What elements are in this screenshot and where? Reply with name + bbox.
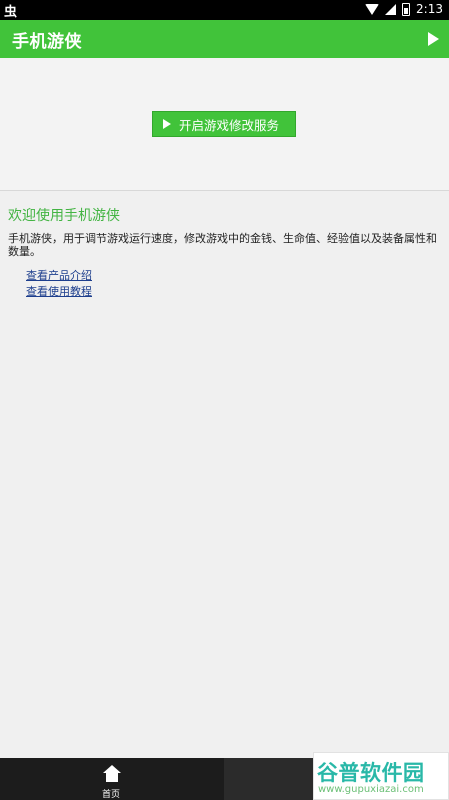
play-icon: [163, 119, 171, 129]
product-intro-link[interactable]: 查看产品介绍: [26, 267, 92, 283]
status-bar: 虫 2:13: [0, 0, 449, 20]
start-service-button[interactable]: 开启游戏修改服务: [152, 111, 296, 137]
watermark-brand: 谷普软件园: [317, 761, 425, 785]
home-icon: [102, 765, 122, 783]
start-service-label: 开启游戏修改服务: [179, 118, 280, 133]
status-icons: 2:13: [365, 2, 443, 16]
app-description: 手机游侠，用于调节游戏运行速度，修改游戏中的金钱、生命值、经验值以及装备属性和数…: [8, 232, 437, 258]
watermark-url: www.gupuxiazai.com: [318, 784, 424, 795]
play-icon[interactable]: [428, 32, 439, 46]
wifi-icon: [365, 3, 380, 15]
tab-home-label: 首页: [102, 790, 121, 800]
welcome-heading: 欢迎使用手机游侠: [8, 208, 120, 224]
app-bar: 手机游侠: [0, 20, 449, 58]
bug-icon: 虫: [4, 5, 18, 20]
battery-icon: [402, 2, 411, 16]
status-time: 2:13: [416, 2, 443, 16]
signal-icon: [385, 3, 397, 15]
app-title: 手机游侠: [12, 31, 82, 52]
top-area: 开启游戏修改服务: [0, 58, 449, 191]
tutorial-link[interactable]: 查看使用教程: [26, 283, 92, 299]
watermark: 谷普软件园 www.gupuxiazai.com: [313, 752, 449, 800]
tab-home[interactable]: 首页: [0, 758, 224, 800]
